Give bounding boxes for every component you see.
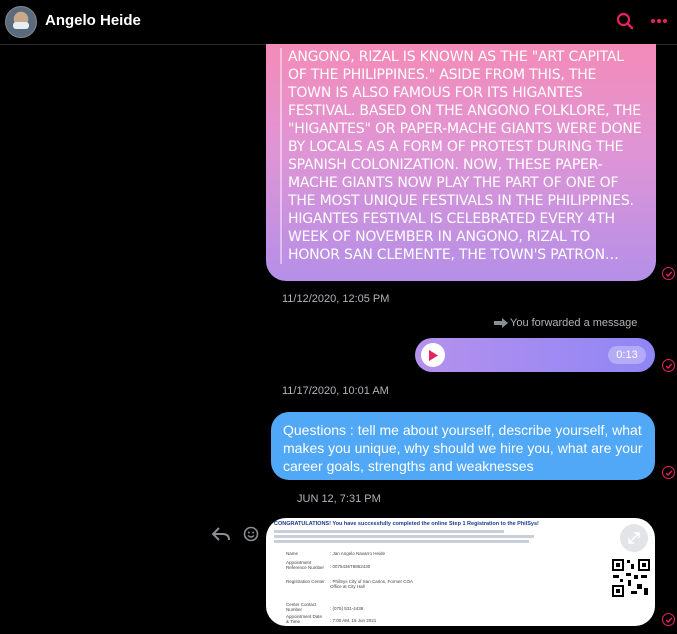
seen-check-icon xyxy=(662,466,675,479)
avatar[interactable] xyxy=(5,6,37,38)
doc-line xyxy=(274,535,534,538)
message-actions xyxy=(211,526,259,542)
seen-check-icon xyxy=(662,613,675,626)
doc-row-label: Appointment Reference Number xyxy=(286,560,325,570)
more-options-icon[interactable] xyxy=(648,10,670,32)
seen-check-icon xyxy=(662,267,675,280)
doc-row-label: Name xyxy=(286,551,299,556)
audio-message[interactable]: 0:13 xyxy=(415,338,655,372)
doc-row-value: : Jan Angelo Navarro Heide xyxy=(330,551,386,556)
doc-row-label: Registration Center xyxy=(286,579,325,584)
attachment-title: CONGRATULATIONS! You have successfully c… xyxy=(274,521,539,527)
expand-button[interactable] xyxy=(620,524,648,552)
forwarded-text: You forwarded a message xyxy=(510,317,638,329)
audio-duration: 0:13 xyxy=(608,346,646,364)
doc-row-value: : 0075436T8852430 xyxy=(330,564,371,569)
message-text: Questions : tell me about yourself, desc… xyxy=(283,422,643,474)
play-button[interactable] xyxy=(421,343,445,367)
doc-row-value: : (075) 531-4438 xyxy=(330,606,364,611)
doc-line xyxy=(274,530,504,533)
play-icon xyxy=(429,349,438,361)
message-text: Angono, Rizal is known as the "Art Capit… xyxy=(280,48,643,264)
doc-row-label: Appointment Date & Time xyxy=(286,614,323,624)
seen-check-icon xyxy=(662,359,675,372)
contact-name[interactable]: Angelo Heide xyxy=(45,12,141,29)
forwarded-label: You forwarded a message xyxy=(494,317,637,329)
forward-arrow-icon xyxy=(494,318,508,328)
message-bubble-questions[interactable]: Questions : tell me about yourself, desc… xyxy=(271,412,655,480)
expand-icon xyxy=(628,532,640,544)
timestamp: JUN 12, 7:31 PM xyxy=(297,493,381,505)
message-bubble-long[interactable]: Angono, Rizal is known as the "Art Capit… xyxy=(266,44,656,281)
smiley-icon[interactable] xyxy=(243,526,259,542)
reply-icon[interactable] xyxy=(211,526,231,542)
doc-row-value: : PhilSys City of San Carlos, Former COA… xyxy=(330,579,413,589)
chat-header: Angelo Heide xyxy=(0,0,677,45)
doc-row-label: Center Contact Number xyxy=(286,602,317,612)
qr-code-icon xyxy=(611,558,651,598)
image-attachment[interactable]: CONGRATULATIONS! You have successfully c… xyxy=(266,518,655,626)
doc-row-value: : 7:00 AM, 15 Jun 2021 xyxy=(330,618,377,623)
doc-line xyxy=(274,540,529,543)
timestamp: 11/17/2020, 10:01 AM xyxy=(282,385,389,397)
timestamp: 11/12/2020, 12:05 PM xyxy=(282,293,390,305)
search-icon[interactable] xyxy=(614,10,636,32)
